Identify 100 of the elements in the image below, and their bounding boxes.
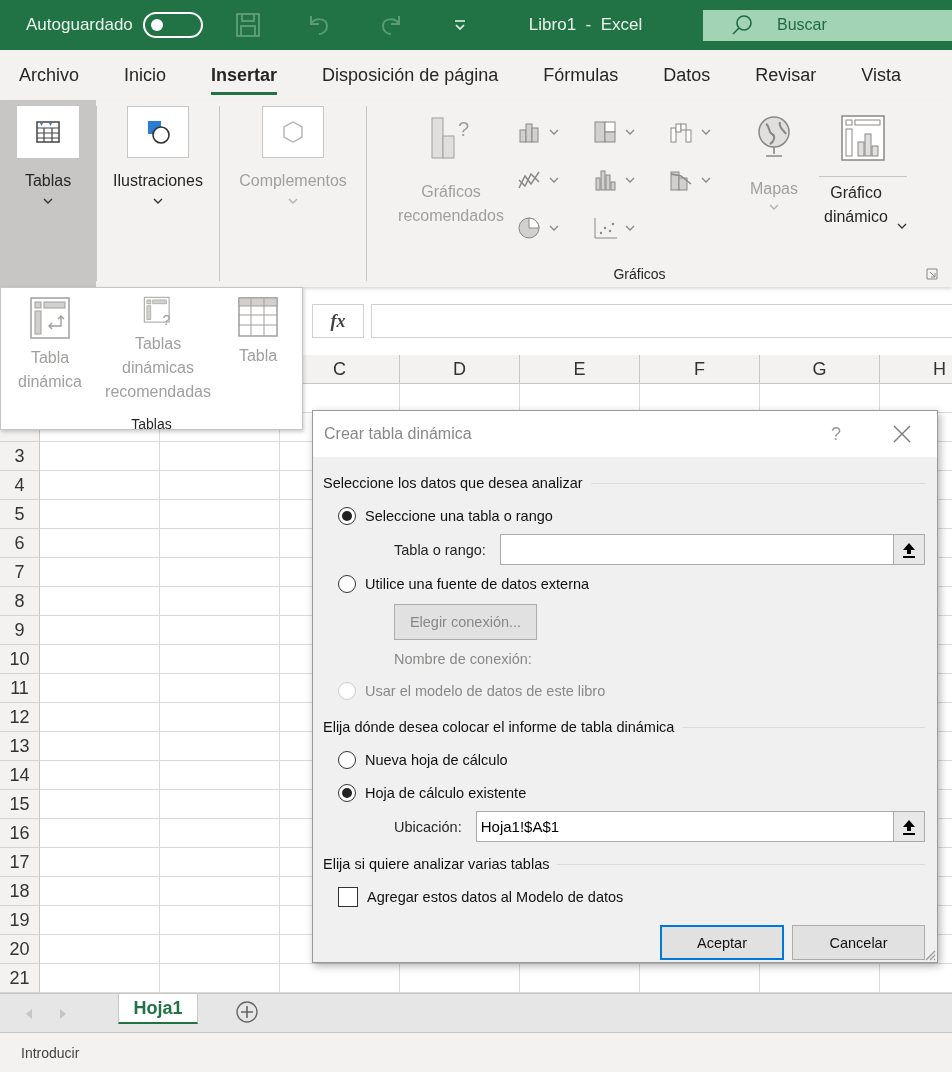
table-cell[interactable] <box>40 703 160 732</box>
scroll-left-icon[interactable] <box>24 1008 34 1020</box>
dialog-button[interactable]: Aceptar <box>660 925 784 960</box>
table-cell[interactable] <box>40 529 160 558</box>
table-cell[interactable] <box>160 587 280 616</box>
table-cell[interactable] <box>160 442 280 471</box>
table-cell[interactable] <box>160 732 280 761</box>
table-cell[interactable] <box>40 761 160 790</box>
table-cell[interactable] <box>160 529 280 558</box>
row-header[interactable]: 13 <box>0 732 40 761</box>
radio-option[interactable]: Seleccione una tabla o rango <box>323 499 925 532</box>
close-icon[interactable] <box>893 425 911 443</box>
row-header[interactable]: 18 <box>0 877 40 906</box>
radio-option[interactable]: Hoja de cálculo existente <box>323 776 925 809</box>
row-header[interactable]: 15 <box>0 790 40 819</box>
dialog-button[interactable]: Cancelar <box>792 925 925 960</box>
table-cell[interactable] <box>160 906 280 935</box>
table-cell[interactable] <box>160 761 280 790</box>
table-cell[interactable] <box>40 877 160 906</box>
window-title: Libro1 - Excel <box>528 15 644 35</box>
table-cell[interactable] <box>160 558 280 587</box>
autosave-toggle[interactable] <box>142 12 203 38</box>
field-label: Ubicación: <box>394 818 462 835</box>
row-header[interactable]: 17 <box>0 848 40 877</box>
column-header[interactable]: E <box>520 355 640 384</box>
insert-function-button[interactable]: fx <box>312 304 364 338</box>
row-header[interactable]: 5 <box>0 500 40 529</box>
ribbon-tab[interactable]: Vista <box>861 58 901 95</box>
row-header[interactable]: 16 <box>0 819 40 848</box>
row-header[interactable]: 10 <box>0 645 40 674</box>
table-cell[interactable] <box>40 587 160 616</box>
table-cell[interactable] <box>40 442 160 471</box>
table-cell[interactable] <box>160 819 280 848</box>
row-header[interactable]: 9 <box>0 616 40 645</box>
table-cell[interactable] <box>40 848 160 877</box>
row-header[interactable]: 21 <box>0 964 40 993</box>
row-header[interactable]: 20 <box>0 935 40 964</box>
table-cell[interactable] <box>40 790 160 819</box>
range-field[interactable]: Hoja1!$A$1 <box>475 811 893 842</box>
column-header[interactable]: H <box>880 355 952 384</box>
checkbox-option[interactable]: Agregar estos datos al Modelo de datos <box>323 880 925 913</box>
ribbon-tab[interactable]: Inicio <box>124 58 167 95</box>
formula-field[interactable] <box>371 304 952 338</box>
chart-type-icon <box>593 120 619 144</box>
status-mode: Introducir <box>21 1045 80 1061</box>
ribbon-tab[interactable]: Insertar <box>211 58 278 95</box>
add-sheet-icon[interactable] <box>236 1001 258 1023</box>
resize-grip-icon[interactable] <box>924 949 936 961</box>
table-cell[interactable] <box>40 500 160 529</box>
row-header[interactable]: 4 <box>0 471 40 500</box>
table-cell[interactable] <box>40 645 160 674</box>
column-header[interactable]: D <box>400 355 520 384</box>
customize-icon[interactable] <box>452 18 467 32</box>
dialog-launcher-icon[interactable] <box>926 268 938 280</box>
range-picker-button[interactable] <box>893 811 925 842</box>
table-cell[interactable] <box>160 877 280 906</box>
column-header[interactable]: G <box>760 355 880 384</box>
row-header[interactable]: 12 <box>0 703 40 732</box>
sheet-tab[interactable]: Hoja1 <box>118 994 198 1024</box>
row-header[interactable]: 3 <box>0 442 40 471</box>
range-field[interactable] <box>499 534 893 565</box>
table-cell[interactable] <box>40 906 160 935</box>
row-header[interactable]: 6 <box>0 529 40 558</box>
table-cell[interactable] <box>160 935 280 964</box>
ribbon-button[interactable]: Ilustraciones <box>97 100 219 287</box>
table-cell[interactable] <box>160 674 280 703</box>
table-cell[interactable] <box>40 819 160 848</box>
table-cell[interactable] <box>40 674 160 703</box>
save-icon[interactable] <box>234 12 261 38</box>
table-cell[interactable] <box>40 732 160 761</box>
search-field[interactable]: Buscar <box>703 9 952 41</box>
ribbon-tab[interactable]: Disposición de página <box>322 58 499 95</box>
ribbon-tab[interactable]: Revisar <box>755 58 817 95</box>
table-icon <box>34 120 62 144</box>
table-cell[interactable] <box>160 703 280 732</box>
table-cell[interactable] <box>40 471 160 500</box>
range-picker-button[interactable] <box>893 534 925 565</box>
pivot-chart-button[interactable]: Gráfico dinámico <box>819 114 907 261</box>
table-cell[interactable] <box>160 500 280 529</box>
ribbon-button[interactable]: Tablas <box>0 100 96 287</box>
ribbon-tab[interactable]: Fórmulas <box>543 58 619 95</box>
table-cell[interactable] <box>160 790 280 819</box>
row-header[interactable]: 8 <box>0 587 40 616</box>
ribbon-tab[interactable]: Archivo <box>19 58 80 95</box>
radio-option[interactable]: Utilice una fuente de datos externa <box>323 567 925 600</box>
scroll-right-icon[interactable] <box>58 1008 68 1020</box>
table-cell[interactable] <box>160 471 280 500</box>
table-cell[interactable] <box>160 616 280 645</box>
row-header[interactable]: 14 <box>0 761 40 790</box>
row-header[interactable]: 7 <box>0 558 40 587</box>
table-cell[interactable] <box>160 848 280 877</box>
table-cell[interactable] <box>40 935 160 964</box>
ribbon-tab[interactable]: Datos <box>663 58 711 95</box>
table-cell[interactable] <box>160 645 280 674</box>
table-cell[interactable] <box>40 558 160 587</box>
column-header[interactable]: F <box>640 355 760 384</box>
radio-option[interactable]: Nueva hoja de cálculo <box>323 743 925 776</box>
table-cell[interactable] <box>40 616 160 645</box>
row-header[interactable]: 11 <box>0 674 40 703</box>
row-header[interactable]: 19 <box>0 906 40 935</box>
